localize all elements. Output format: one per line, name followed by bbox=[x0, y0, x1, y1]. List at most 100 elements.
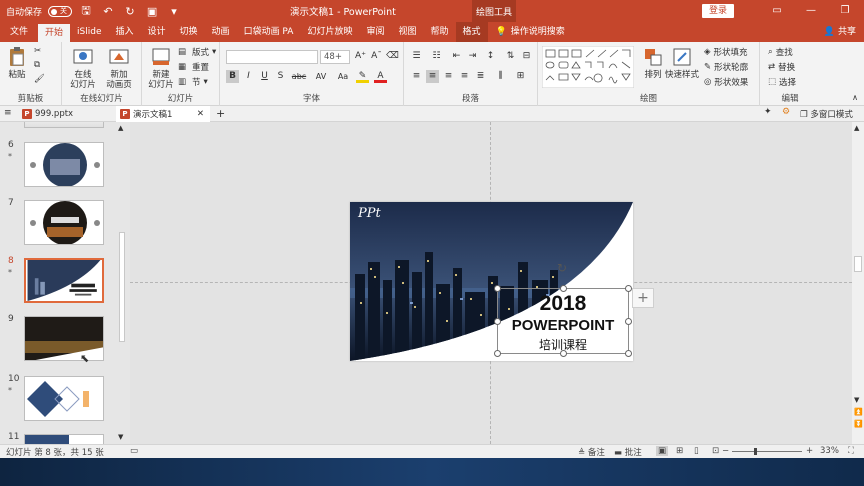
menu-icon[interactable]: ≡ bbox=[4, 108, 12, 118]
align-center-icon[interactable]: ≡ bbox=[426, 70, 439, 83]
tab-format[interactable]: 格式 bbox=[455, 22, 488, 42]
slide-thumbnail-5[interactable] bbox=[24, 122, 104, 128]
tab-help[interactable]: 帮助 bbox=[423, 22, 455, 42]
slideshow-view-icon[interactable]: ⊡ bbox=[712, 446, 719, 456]
shape-fill-button[interactable]: ◈ 形状填充 bbox=[704, 46, 748, 58]
scroll-down-icon[interactable]: ▼ bbox=[854, 396, 859, 404]
restore-icon[interactable]: ❐ bbox=[828, 0, 862, 22]
strikethrough-button[interactable]: abc bbox=[290, 70, 308, 83]
find-button[interactable]: ⌕ 查找 bbox=[768, 46, 793, 58]
distributed-icon[interactable]: ≣ bbox=[474, 70, 487, 83]
comments-button[interactable]: ▬ 批注 bbox=[614, 446, 642, 458]
shape-effects-button[interactable]: ◎ 形状效果 bbox=[704, 76, 748, 88]
autosave-toggle[interactable]: 关 bbox=[48, 5, 73, 17]
canvas-scrollbar[interactable]: ▲ ▼ ⏫ ⏬ bbox=[852, 122, 864, 444]
scroll-down-icon[interactable]: ▼ bbox=[118, 433, 123, 441]
scroll-up-icon[interactable]: ▲ bbox=[854, 124, 859, 132]
settings-icon[interactable]: ⚙ bbox=[782, 107, 790, 117]
italic-button[interactable]: I bbox=[242, 70, 255, 83]
login-button[interactable]: 登录 bbox=[702, 4, 734, 18]
replace-button[interactable]: ⇄ 替换 bbox=[768, 61, 795, 73]
slide-thumbnail-10[interactable] bbox=[24, 376, 104, 421]
new-animation-page-button[interactable]: 新加 动画页 bbox=[102, 46, 136, 90]
align-text-icon[interactable]: ⊟ bbox=[520, 50, 533, 63]
quick-styles-button[interactable]: 快速样式 bbox=[664, 46, 700, 80]
line-spacing-icon[interactable]: ↕ bbox=[484, 50, 497, 63]
layout-options-plus-icon[interactable]: + bbox=[632, 288, 654, 308]
doc-tab-presentation1[interactable]: P 演示文稿1 ✕ bbox=[116, 106, 210, 122]
select-button[interactable]: ⬚ 选择 bbox=[768, 76, 796, 88]
tab-slideshow[interactable]: 幻灯片放映 bbox=[300, 22, 359, 42]
slide-title[interactable]: POWERPOINT bbox=[498, 317, 628, 334]
shape-outline-button[interactable]: ✎ 形状轮廓 bbox=[704, 61, 748, 73]
slide-thumbnail-8-selected[interactable] bbox=[24, 258, 104, 303]
resize-handle-s[interactable] bbox=[560, 350, 567, 357]
tab-design[interactable]: 设计 bbox=[141, 22, 173, 42]
scrollbar-thumb[interactable] bbox=[119, 232, 125, 342]
scroll-up-icon[interactable]: ▲ bbox=[118, 124, 123, 132]
shapes-gallery[interactable] bbox=[542, 46, 634, 88]
text-direction-icon[interactable]: ⇅ bbox=[504, 50, 517, 63]
decrease-indent-icon[interactable]: ⇤ bbox=[450, 50, 463, 63]
thumbnails-scrollbar[interactable]: ▲ ▼ bbox=[117, 122, 127, 444]
paste-button[interactable]: 粘贴 bbox=[4, 46, 30, 80]
font-color-button[interactable]: A bbox=[374, 70, 387, 83]
next-slide-icon[interactable]: ⏬ bbox=[854, 420, 863, 428]
tab-view[interactable]: 视图 bbox=[391, 22, 423, 42]
smartart-icon[interactable]: ⊞ bbox=[514, 70, 527, 83]
shadow-button[interactable]: S bbox=[274, 70, 287, 83]
resize-handle-n[interactable] bbox=[560, 285, 567, 292]
decrease-font-icon[interactable]: Aˉ bbox=[370, 50, 383, 63]
doc-tab-999[interactable]: P 999.pptx bbox=[18, 106, 112, 122]
columns-icon[interactable]: ⫼ bbox=[494, 70, 507, 83]
copy-icon[interactable]: ⧉ bbox=[34, 60, 40, 70]
tab-islide[interactable]: iSlide bbox=[70, 22, 108, 42]
slide-thumbnail-7[interactable] bbox=[24, 200, 104, 245]
fit-slide-icon[interactable]: ⛶ bbox=[848, 446, 854, 456]
section-button[interactable]: ▥ 节 ▾ bbox=[178, 76, 208, 89]
tab-review[interactable]: 审阅 bbox=[359, 22, 391, 42]
change-case-button[interactable]: Aa bbox=[334, 70, 352, 83]
align-left-icon[interactable]: ≡ bbox=[410, 70, 423, 83]
minimize-icon[interactable]: — bbox=[794, 0, 828, 22]
resize-handle-se[interactable] bbox=[625, 350, 632, 357]
tab-home[interactable]: 开始 bbox=[38, 24, 71, 42]
resize-handle-e[interactable] bbox=[625, 318, 632, 325]
close-tab-icon[interactable]: ✕ bbox=[197, 109, 210, 119]
slideshow-icon[interactable]: ▣ bbox=[144, 5, 160, 18]
new-slide-button[interactable]: 新建 幻灯片 bbox=[146, 46, 176, 90]
zoom-level[interactable]: 33% bbox=[820, 446, 839, 456]
slide-thumbnail-9[interactable] bbox=[24, 316, 104, 361]
tab-transitions[interactable]: 切换 bbox=[173, 22, 205, 42]
zoom-out-icon[interactable]: − bbox=[722, 446, 729, 456]
numbering-icon[interactable]: ☷ bbox=[430, 50, 443, 63]
slide-thumbnail-6[interactable] bbox=[24, 142, 104, 187]
font-name-combo[interactable] bbox=[226, 50, 318, 64]
selected-text-box[interactable]: 2018 POWERPOINT 培训课程 ↻ bbox=[494, 261, 632, 357]
align-right-icon[interactable]: ≡ bbox=[442, 70, 455, 83]
slide-year[interactable]: 2018 bbox=[498, 292, 628, 316]
layout-button[interactable]: ▤ 版式 ▾ bbox=[178, 46, 216, 59]
rotate-handle-icon[interactable]: ↻ bbox=[557, 261, 567, 275]
online-slides-button[interactable]: 在线 幻灯片 bbox=[68, 46, 98, 90]
tell-me-search[interactable]: 💡 操作说明搜索 bbox=[496, 22, 565, 42]
new-tab-icon[interactable]: + bbox=[216, 107, 225, 120]
font-size-combo[interactable]: 48+ bbox=[320, 50, 350, 64]
format-painter-icon[interactable]: 🖌 bbox=[34, 74, 45, 84]
prev-slide-icon[interactable]: ⏫ bbox=[854, 408, 863, 416]
zoom-slider[interactable] bbox=[732, 448, 802, 455]
accessibility-icon[interactable]: ▭ bbox=[130, 446, 138, 456]
ribbon-display-icon[interactable]: ▭ bbox=[760, 0, 794, 22]
char-spacing-button[interactable]: AV bbox=[312, 70, 330, 83]
clear-format-icon[interactable]: ⌫ bbox=[386, 50, 399, 63]
resize-handle-ne[interactable] bbox=[625, 285, 632, 292]
cut-icon[interactable]: ✂ bbox=[34, 46, 41, 56]
multi-window-button[interactable]: ❐ 多窗口模式 bbox=[800, 108, 853, 120]
zoom-in-icon[interactable]: + bbox=[806, 446, 813, 456]
tab-file[interactable]: 文件 bbox=[0, 22, 38, 42]
tab-pocket-animation[interactable]: 口袋动画 PA bbox=[237, 22, 301, 42]
bold-button[interactable]: B bbox=[226, 70, 239, 83]
bullets-icon[interactable]: ☰ bbox=[410, 50, 423, 63]
scrollbar-thumb[interactable] bbox=[854, 256, 862, 272]
resize-handle-nw[interactable] bbox=[494, 285, 501, 292]
